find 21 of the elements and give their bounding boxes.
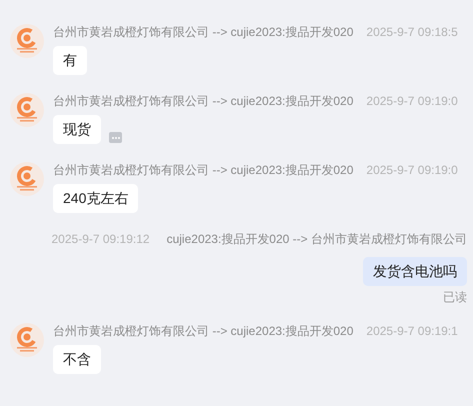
message-time: 2025-9-7 09:19:0 xyxy=(366,162,458,178)
message-time: 2025-9-7 09:19:1 xyxy=(366,323,458,339)
message-bubble: 有 xyxy=(53,46,87,75)
message-route: 台州市黄岩成橙灯饰有限公司 --> cujie2023:搜品开发020 xyxy=(53,24,354,40)
message-route: 台州市黄岩成橙灯饰有限公司 --> cujie2023:搜品开发020 xyxy=(53,93,354,109)
read-status: 已读 xyxy=(443,289,467,305)
message-route: 台州市黄岩成橙灯饰有限公司 --> cujie2023:搜品开发020 xyxy=(53,323,354,339)
logo-avatar xyxy=(10,93,44,127)
message-time: 2025-9-7 09:19:12 xyxy=(52,231,150,247)
message-bubble: 不含 xyxy=(53,345,101,374)
logo-avatar xyxy=(10,162,44,196)
message-bubble: 发货含电池吗 xyxy=(363,257,467,286)
message-time: 2025-9-7 09:19:0 xyxy=(366,93,458,109)
logo-avatar xyxy=(10,24,44,58)
message-route: 台州市黄岩成橙灯饰有限公司 --> cujie2023:搜品开发020 xyxy=(53,162,354,178)
message-route: cujie2023:搜品开发020 --> 台州市黄岩成橙灯饰有限公司 xyxy=(166,231,467,247)
logo-avatar xyxy=(10,323,44,357)
message-bubble: 现货 xyxy=(53,115,101,144)
message-time: 2025-9-7 09:18:5 xyxy=(366,24,458,40)
message-bubble: 240克左右 xyxy=(53,184,138,213)
more-icon[interactable] xyxy=(109,132,122,143)
